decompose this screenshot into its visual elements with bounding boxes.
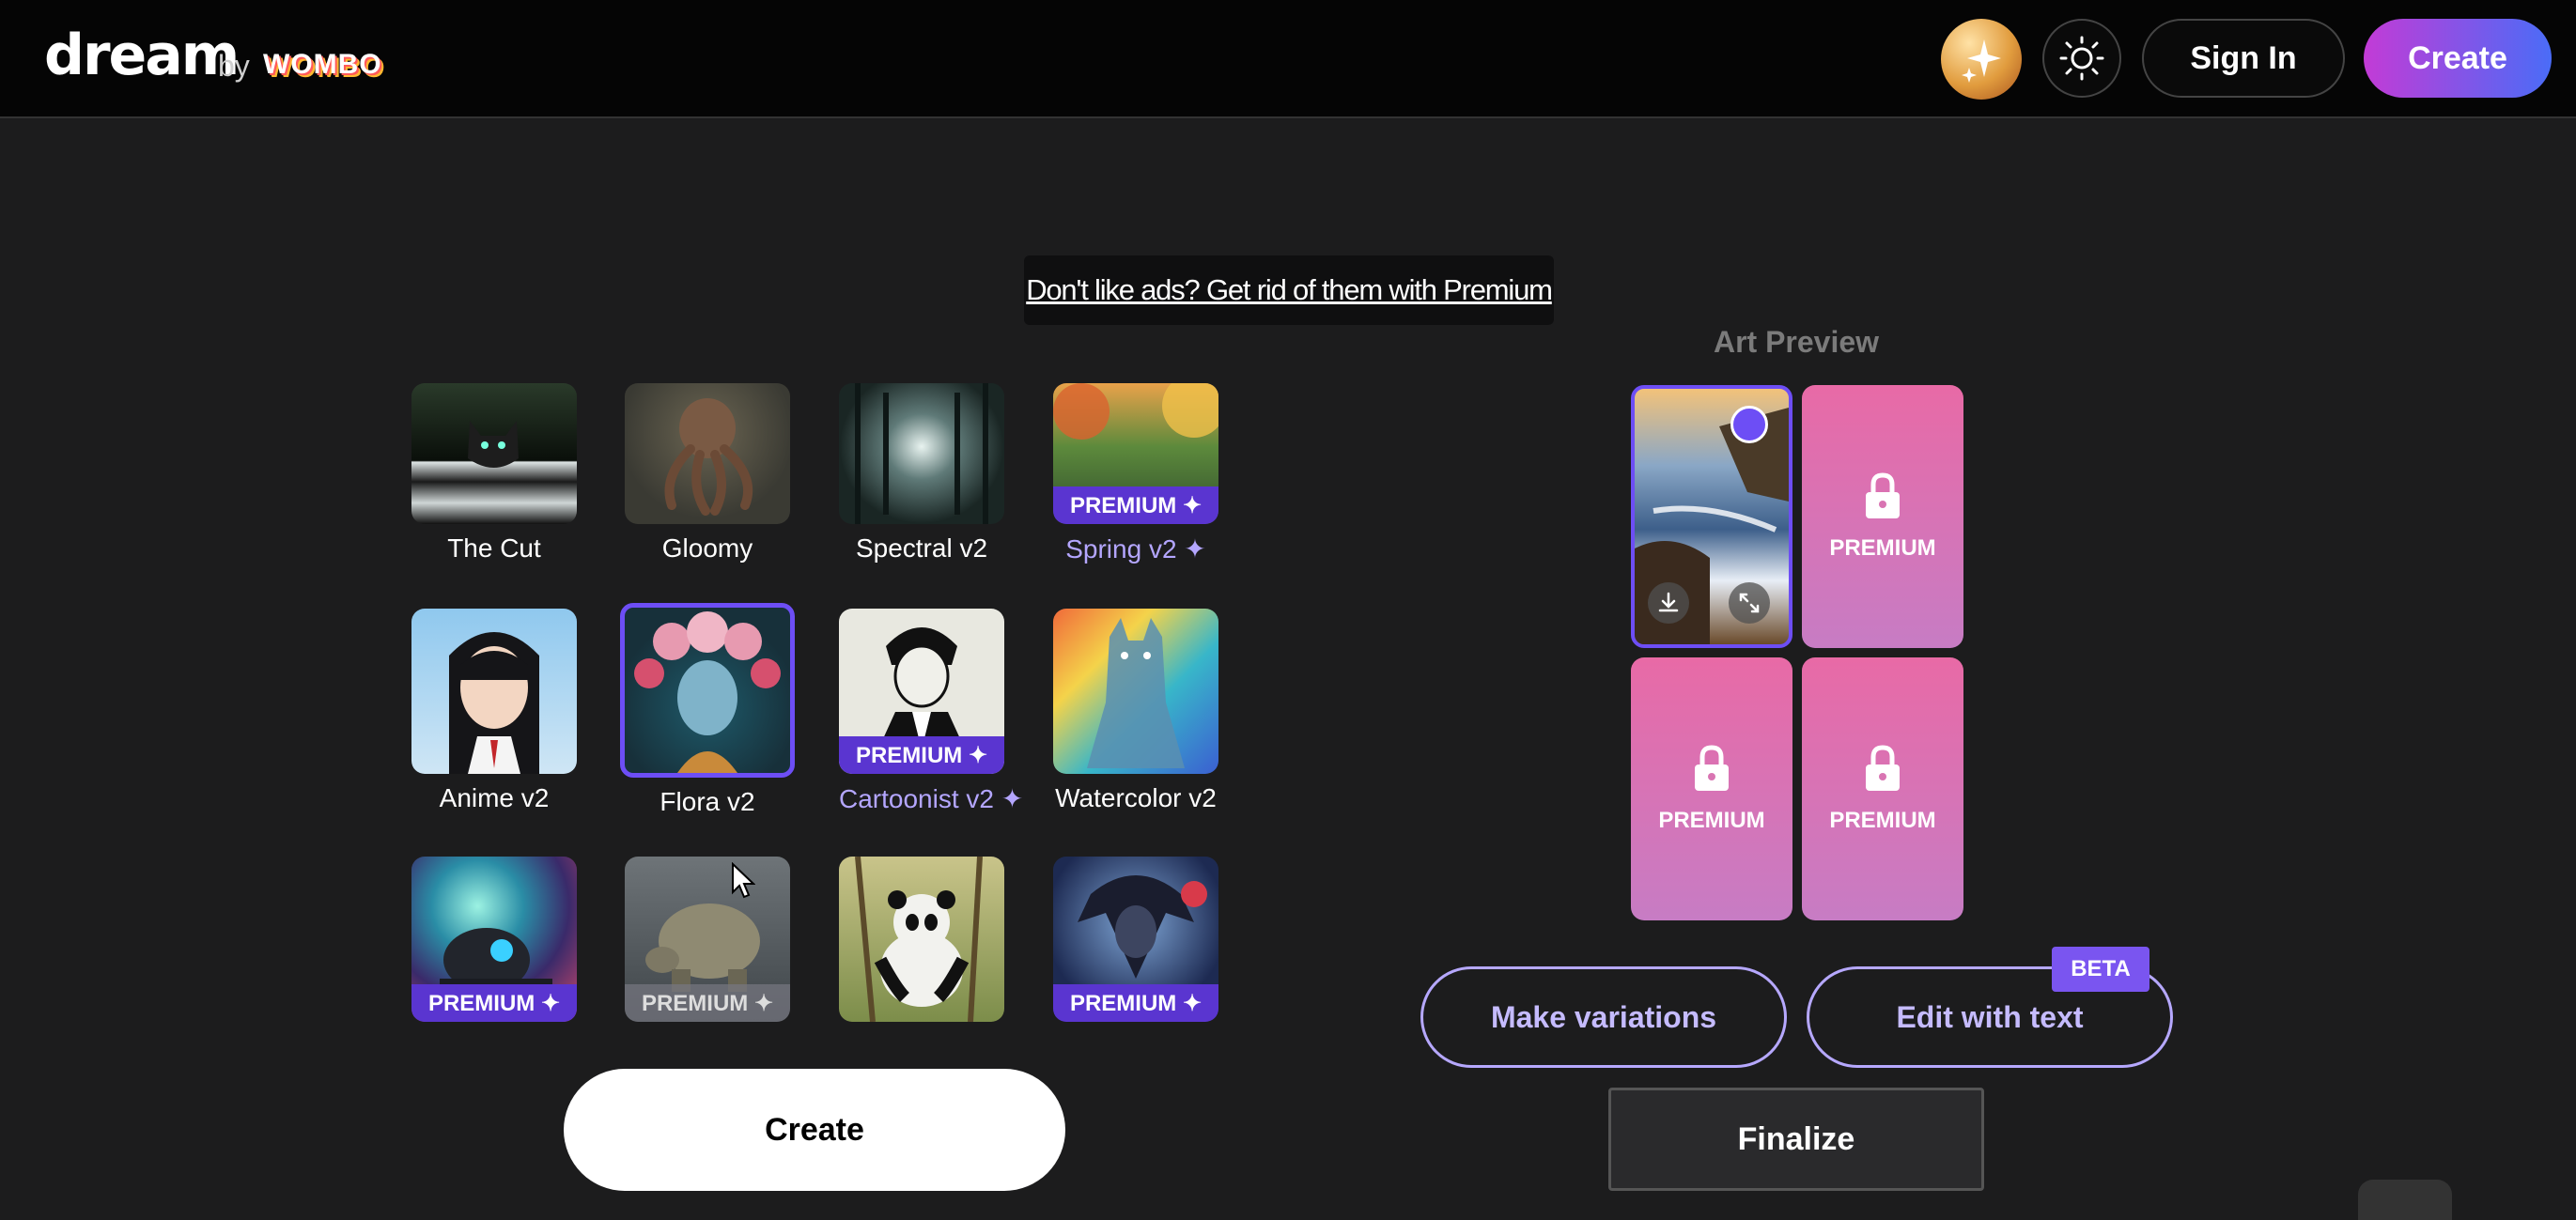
style-thumbnail-selected [620, 603, 795, 778]
download-button[interactable] [1648, 582, 1689, 624]
expand-icon [1739, 593, 1760, 613]
beta-badge: BETA [2052, 947, 2149, 992]
download-icon [1658, 592, 1679, 612]
top-bar: dream by WOMBO Sign In Create [0, 0, 2576, 118]
style-card-gloomy[interactable]: Gloomy [625, 383, 790, 564]
expand-button[interactable] [1729, 582, 1770, 624]
style-card-premium-tortoise[interactable]: PREMIUM ✦ [625, 857, 790, 1031]
premium-label: PREMIUM [1829, 535, 1936, 561]
style-card-premium-warrior[interactable]: PREMIUM ✦ [1053, 857, 1218, 1031]
style-thumbnail: PREMIUM ✦ [411, 857, 577, 1022]
chat-widget-button[interactable] [2358, 1180, 2452, 1220]
create-button[interactable]: Create [564, 1069, 1065, 1191]
style-thumbnail [625, 383, 790, 524]
sun-icon [2059, 36, 2104, 81]
logo-wombo[interactable]: WOMBO [263, 49, 382, 81]
style-card-the-cut[interactable]: The Cut [411, 383, 577, 564]
style-thumbnail: PREMIUM ✦ [625, 857, 790, 1022]
style-thumbnail [839, 857, 1004, 1022]
style-name: The Cut [447, 533, 541, 563]
style-thumbnail [411, 383, 577, 524]
sparkle-avatar-icon[interactable] [1941, 19, 2022, 100]
premium-badge: PREMIUM ✦ [839, 736, 1004, 774]
locked-preview-3[interactable]: PREMIUM [1631, 657, 1792, 920]
style-thumbnail: PREMIUM ✦ [1053, 383, 1218, 524]
style-thumbnail [839, 383, 1004, 524]
style-card-anime-v2[interactable]: Anime v2 [411, 609, 577, 813]
style-card-flora-v2[interactable]: Flora v2 [620, 603, 795, 817]
style-name: Cartoonist v2 ✦ [839, 784, 1024, 813]
premium-label: PREMIUM [1658, 808, 1765, 833]
header-create-button[interactable]: Create [2364, 19, 2552, 98]
style-thumbnail: PREMIUM ✦ [1053, 857, 1218, 1022]
style-thumbnail [1053, 609, 1218, 774]
locked-preview-4[interactable]: PREMIUM [1802, 657, 1963, 920]
remove-ads-link[interactable]: Don't like ads? Get rid of them with Pre… [1024, 255, 1554, 325]
style-name: Flora v2 [660, 787, 755, 816]
premium-badge: PREMIUM ✦ [1053, 486, 1218, 524]
finalize-button[interactable]: Finalize [1608, 1088, 1984, 1191]
style-thumbnail: PREMIUM ✦ [839, 609, 1004, 774]
style-name: Spectral v2 [855, 533, 988, 563]
style-name: Gloomy [661, 533, 753, 563]
style-name: Anime v2 [439, 783, 550, 812]
logo-dream[interactable]: dream [44, 23, 240, 88]
mouse-cursor-icon [732, 862, 755, 899]
style-card-panda[interactable] [839, 857, 1004, 1031]
style-name: Watercolor v2 [1055, 783, 1217, 812]
premium-badge: PREMIUM ✦ [411, 984, 577, 1022]
art-preview-title: Art Preview [1713, 325, 1880, 359]
style-card-spring-v2[interactable]: PREMIUM ✦ Spring v2 ✦ [1053, 383, 1218, 564]
logo-by-text: by [218, 49, 250, 83]
theme-toggle-button[interactable] [2042, 19, 2121, 98]
lock-icon [1866, 472, 1900, 518]
lock-icon [1695, 745, 1729, 791]
style-card-cartoonist-v2[interactable]: PREMIUM ✦ Cartoonist v2 ✦ [839, 609, 1024, 814]
premium-label: PREMIUM [1829, 808, 1936, 833]
lock-icon [1866, 745, 1900, 791]
style-card-watercolor-v2[interactable]: Watercolor v2 [1053, 609, 1218, 813]
premium-badge: PREMIUM ✦ [625, 984, 790, 1022]
style-thumbnail [411, 609, 577, 774]
preview-image-1[interactable] [1631, 385, 1792, 648]
style-name: Spring v2 ✦ [1065, 534, 1206, 564]
sign-in-button[interactable]: Sign In [2142, 19, 2345, 98]
locked-preview-2[interactable]: PREMIUM [1802, 385, 1963, 648]
selected-indicator[interactable] [1730, 406, 1768, 443]
style-card-premium-robot[interactable]: PREMIUM ✦ [411, 857, 577, 1031]
style-card-spectral-v2[interactable]: Spectral v2 [839, 383, 1004, 564]
make-variations-button[interactable]: Make variations [1420, 966, 1787, 1068]
premium-badge: PREMIUM ✦ [1053, 984, 1218, 1022]
